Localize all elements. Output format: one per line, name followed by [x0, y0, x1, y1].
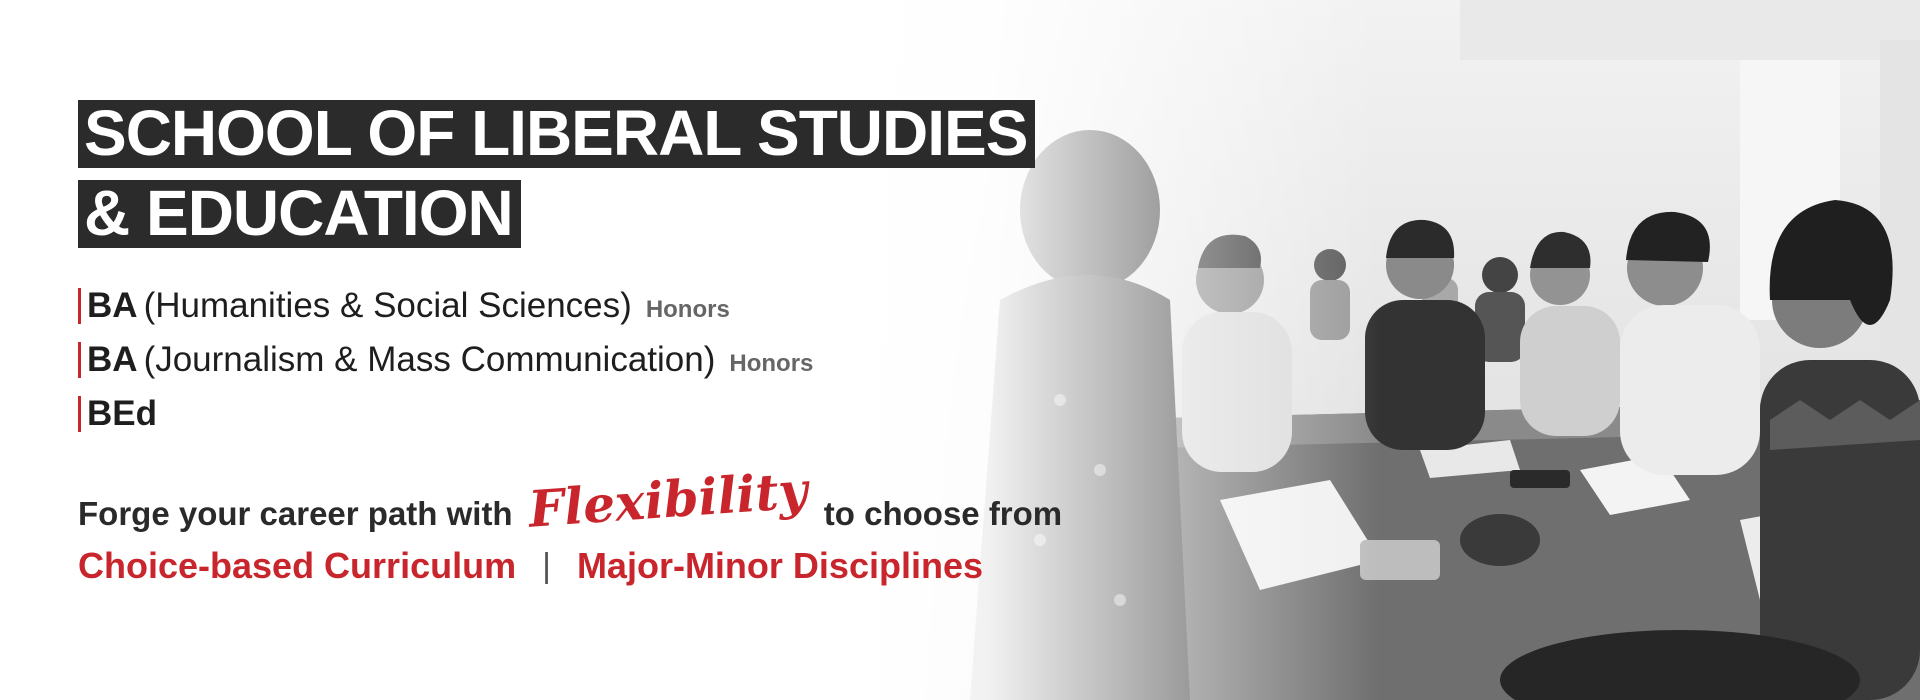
accent-bar	[78, 288, 81, 324]
choice-separator: |	[542, 546, 551, 585]
banner-content: SCHOOL OF LIBERAL STUDIES & EDUCATION BA…	[78, 100, 1078, 587]
program-description: (Journalism & Mass Communication)	[143, 340, 716, 379]
program-item: BA (Journalism & Mass Communication) Hon…	[78, 340, 1078, 380]
tagline-before: Forge your career path with	[78, 495, 513, 532]
program-name: BA	[87, 340, 138, 379]
title-line-1: SCHOOL OF LIBERAL STUDIES	[78, 100, 1036, 168]
choice-curriculum: Choice-based Curriculum	[78, 545, 517, 586]
choice-options: Choice-based Curriculum | Major-Minor Di…	[78, 545, 1078, 587]
program-honors-tag: Honors	[645, 296, 730, 323]
program-list: BA (Humanities & Social Sciences) Honors…	[78, 286, 1078, 434]
choice-major-minor: Major-Minor Disciplines	[576, 545, 983, 586]
program-name: BA	[87, 286, 138, 325]
program-item: BA (Humanities & Social Sciences) Honors	[78, 286, 1078, 326]
tagline: Forge your career path with Flexibility …	[78, 460, 1078, 538]
program-honors-tag: Honors	[729, 350, 814, 377]
hero-banner: SCHOOL OF LIBERAL STUDIES & EDUCATION BA…	[0, 0, 1920, 700]
accent-bar	[78, 396, 81, 432]
tagline-highlight: Flexibility	[526, 460, 809, 539]
program-name: BEd	[87, 394, 157, 433]
accent-bar	[78, 342, 81, 378]
program-item: BEd	[78, 394, 1078, 434]
title-line-2: & EDUCATION	[78, 180, 521, 248]
tagline-after: to choose from	[823, 495, 1063, 532]
program-description: (Humanities & Social Sciences)	[143, 286, 632, 325]
school-title: SCHOOL OF LIBERAL STUDIES & EDUCATION	[78, 100, 1078, 248]
